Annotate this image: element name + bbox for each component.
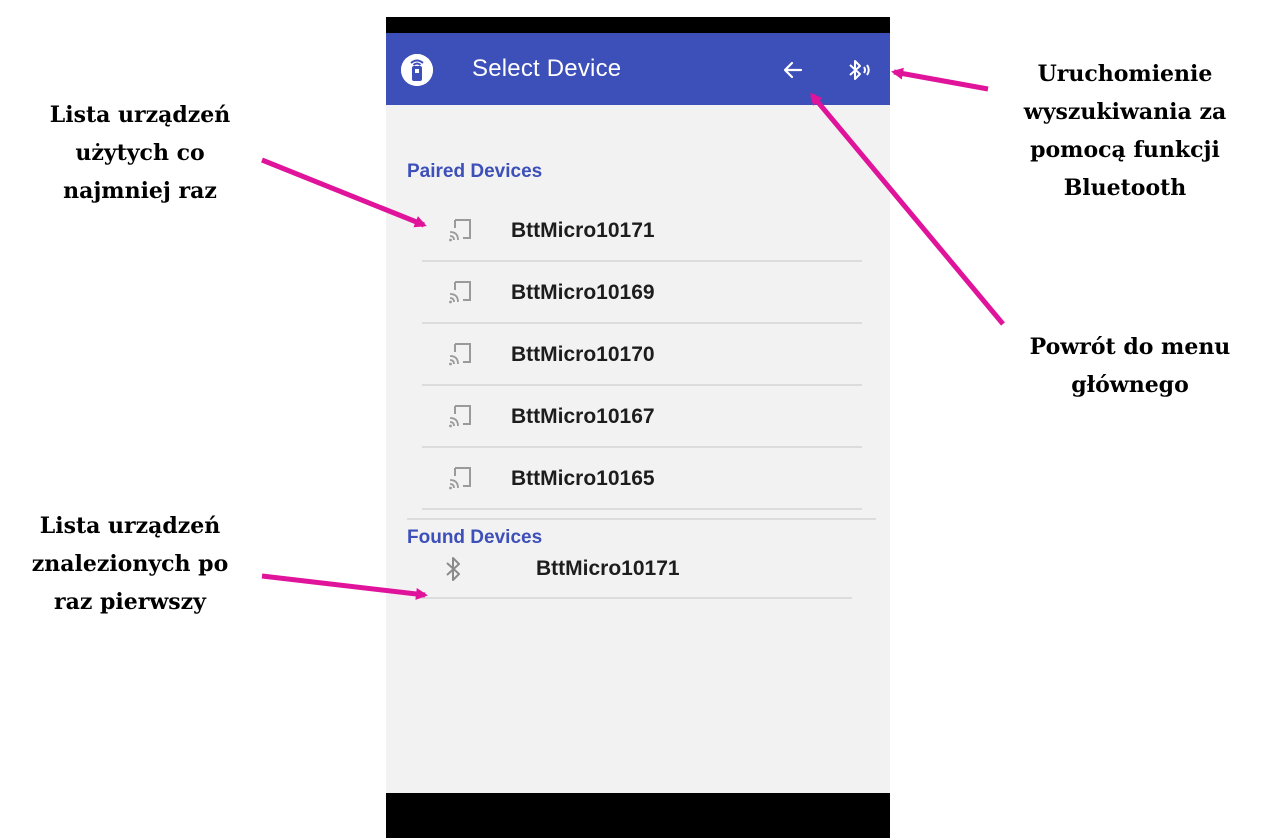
arrow-bluetooth-search (891, 67, 989, 92)
arrow-paired-list (261, 157, 427, 228)
arrow-back (810, 92, 1005, 326)
annotation-arrows (261, 67, 1005, 600)
annotated-screenshot: Select Device Paired Devices BttMicro101… (0, 0, 1263, 838)
arrow-found-list (261, 573, 428, 600)
